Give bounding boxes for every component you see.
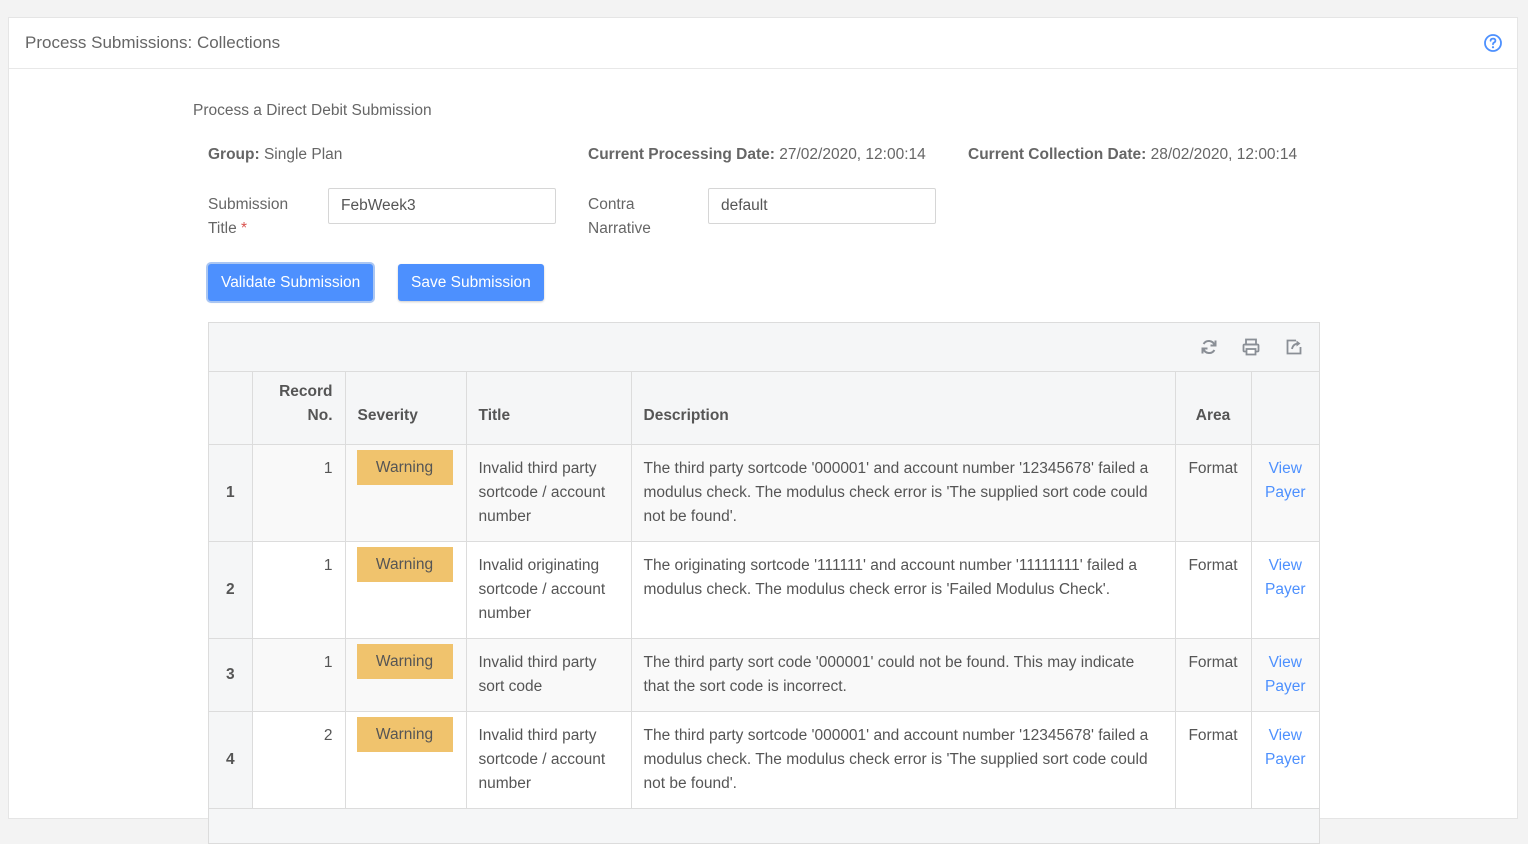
contra-narrative-label-line1: Contra [588,196,635,213]
severity-badge: Warning [356,644,453,679]
results-table: Record No. Severity Title Description Ar… [209,372,1319,809]
save-submission-button[interactable]: Save Submission [398,264,544,301]
row-index: 4 [209,711,253,809]
column-header-record-no[interactable]: Record No. [252,372,346,445]
submission-title-input[interactable] [328,188,556,224]
column-header-index [209,372,253,445]
group-value: Single Plan [263,146,343,163]
table-row: 4 2 Warning Invalid third party sortcode… [209,711,1319,809]
severity-cell: Warning [345,541,467,639]
area-cell: Format [1175,444,1252,542]
row-index: 3 [209,638,253,712]
grid-toolbar [209,323,1319,372]
severity-cell: Warning [345,638,467,712]
view-payer-link-line2[interactable]: Payer [1265,678,1306,695]
view-payer-link-line1[interactable]: View [1269,727,1302,744]
row-index: 2 [209,541,253,639]
record-no-cell: 1 [252,444,346,542]
contra-narrative-label: Contra Narrative [588,193,651,241]
area-cell: Format [1175,711,1252,809]
record-no-cell: 2 [252,711,346,809]
collection-date-value: 28/02/2020, 12:00:14 [1150,146,1298,163]
description-cell: The third party sort code '000001' could… [631,638,1176,712]
severity-badge: Warning [356,450,453,485]
record-no-cell: 1 [252,638,346,712]
process-submissions-card: Process Submissions: Collections Process… [8,17,1518,844]
column-header-actions [1251,372,1319,445]
view-payer-link-line1[interactable]: View [1269,460,1302,477]
validation-results-grid: Record No. Severity Title Description Ar… [208,322,1320,844]
view-payer-link[interactable]: View Payer [1251,711,1319,809]
column-header-severity[interactable]: Severity [345,372,467,445]
card-header: Process Submissions: Collections [9,18,1517,69]
description-cell: The originating sortcode '111111' and ac… [631,541,1176,639]
column-header-title[interactable]: Title [466,372,632,445]
table-row: 2 1 Warning Invalid originating sortcode… [209,541,1319,639]
processing-date-label: Current Processing Date: [588,146,775,163]
view-payer-link-line1[interactable]: View [1269,557,1302,574]
view-payer-link-line2[interactable]: Payer [1265,484,1306,501]
submission-title-label-line1: Submission [208,196,289,213]
refresh-icon[interactable] [1199,337,1219,357]
row-index: 1 [209,444,253,542]
table-header-row: Record No. Severity Title Description Ar… [209,372,1319,445]
validate-submission-button[interactable]: Validate Submission [208,264,374,301]
view-payer-link-line2[interactable]: Payer [1265,581,1306,598]
print-icon[interactable] [1241,337,1261,357]
collection-date-label: Current Collection Date: [968,146,1147,163]
column-header-description[interactable]: Description [631,372,1176,445]
table-row: 1 1 Warning Invalid third party sortcode… [209,444,1319,542]
view-payer-link[interactable]: View Payer [1251,638,1319,712]
severity-cell: Warning [345,711,467,809]
section-subtitle: Process a Direct Debit Submission [193,102,432,119]
record-no-header-line2: No. [307,407,333,424]
description-cell: The third party sortcode '000001' and ac… [631,711,1176,809]
submission-title-label: Submission Title * [208,193,288,241]
area-cell: Format [1175,638,1252,712]
title-cell: Invalid originating sortcode / account n… [466,541,632,639]
collection-date-info: Current Collection Date: 28/02/2020, 12:… [968,146,1297,164]
help-circle-icon[interactable] [1483,33,1503,53]
title-cell: Invalid third party sort code [466,638,632,712]
group-label: Group: [208,146,260,163]
contra-narrative-label-line2: Narrative [588,220,651,237]
group-info: Group: Single Plan [208,146,342,164]
processing-date-info: Current Processing Date: 27/02/2020, 12:… [588,146,926,164]
view-payer-link-line2[interactable]: Payer [1265,751,1306,768]
record-no-header-line1: Record [279,383,333,400]
submission-title-label-line2: Title [208,220,237,237]
contra-narrative-input[interactable] [708,188,936,224]
title-cell: Invalid third party sortcode / account n… [466,711,632,809]
severity-cell: Warning [345,444,467,542]
record-no-cell: 1 [252,541,346,639]
page-title: Process Submissions: Collections [25,33,281,52]
view-payer-link[interactable]: View Payer [1251,541,1319,639]
table-row: 3 1 Warning Invalid third party sort cod… [209,638,1319,712]
required-marker: * [241,220,248,237]
severity-badge: Warning [356,547,453,582]
export-icon[interactable] [1284,337,1304,357]
processing-date-value: 27/02/2020, 12:00:14 [779,146,926,163]
area-cell: Format [1175,541,1252,639]
view-payer-link-line1[interactable]: View [1269,654,1302,671]
title-cell: Invalid third party sortcode / account n… [466,444,632,542]
description-cell: The third party sortcode '000001' and ac… [631,444,1176,542]
severity-badge: Warning [356,717,453,752]
view-payer-link[interactable]: View Payer [1251,444,1319,542]
column-header-area[interactable]: Area [1175,372,1252,445]
